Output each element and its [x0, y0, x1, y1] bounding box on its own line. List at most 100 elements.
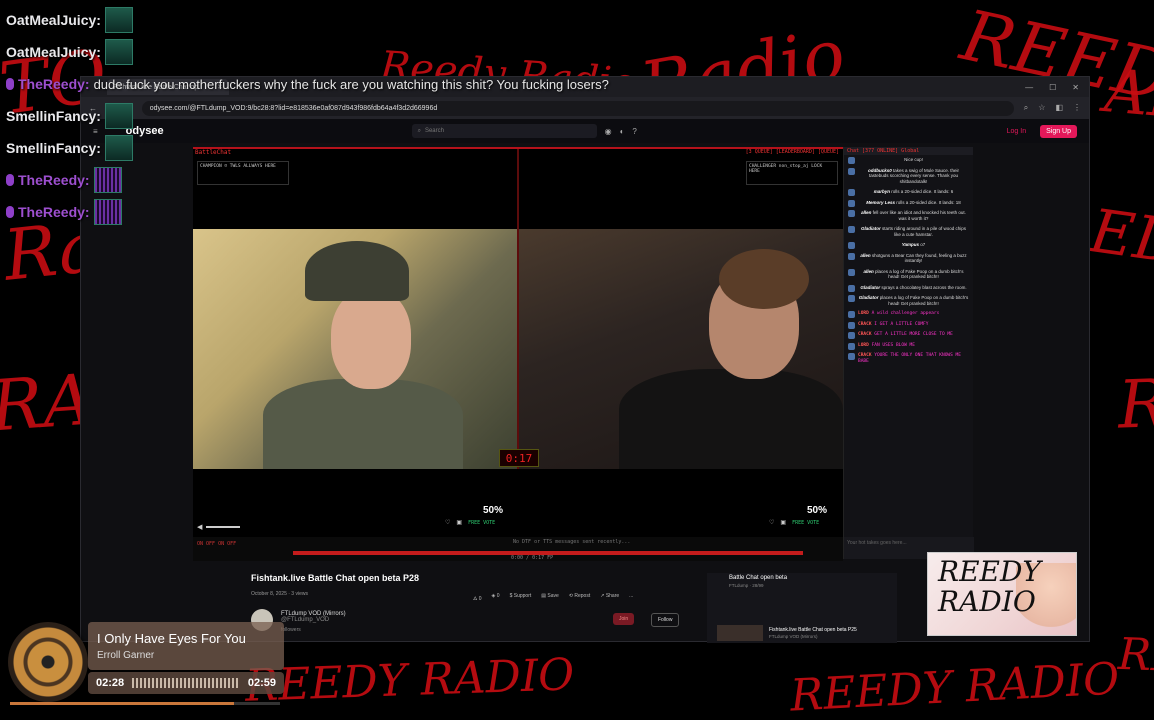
track-artist: Erroll Garner: [97, 650, 155, 661]
share-button[interactable]: ↗ Share: [600, 593, 619, 603]
free-vote-button[interactable]: FREE VOTE: [468, 520, 495, 526]
follow-button[interactable]: Follow: [651, 613, 680, 627]
chat-message: Yampus o7: [848, 242, 969, 249]
person-hair: [719, 249, 809, 309]
heart-icon[interactable]: ♡: [445, 519, 450, 526]
menu-icon[interactable]: ⋮: [1073, 103, 1081, 113]
overlay-username: TheReedy:: [18, 172, 90, 188]
queue-label: [3 QUEUE] [LEADERBOARD] [QUEUE]: [745, 149, 839, 155]
graffiti-text: RA: [1116, 363, 1154, 444]
reedy-radio-logo: REEDY RADIO: [927, 552, 1077, 636]
close-window-icon[interactable]: ✕: [1072, 83, 1079, 92]
lock-icon[interactable]: ▣: [780, 519, 786, 526]
track-info: I Only Have Eyes For You Erroll Garner: [88, 622, 284, 670]
person-body: [263, 379, 463, 469]
repost-button[interactable]: ⟲ Repost: [569, 593, 590, 603]
round-timer: 0:17: [499, 449, 539, 467]
overlay-username: SmellinFancy:: [6, 108, 101, 124]
chat-message: LORD A wild challenger appears: [848, 311, 969, 318]
chat-message: marbyn rolls a 20-sided dice. It lands: …: [848, 189, 969, 196]
more-options-button[interactable]: ...: [629, 593, 633, 603]
fire-reaction-button[interactable]: 🜂 0: [473, 593, 482, 603]
lock-icon[interactable]: ▣: [456, 519, 462, 526]
person-cap: [305, 241, 409, 301]
chat-message: allen shotguns a Bear Can they found, fe…: [848, 252, 969, 264]
volume-control[interactable]: ◀: [197, 523, 241, 531]
playlist-thumbnail[interactable]: [717, 625, 763, 641]
chat-message: CRACK YOURE THE ONLY ONE THAT KNOWS ME B…: [848, 353, 969, 364]
chat-message: Nice cup!: [848, 157, 969, 164]
status-ticker: ON OFF ON OFF No DTF or TTS messages sen…: [193, 537, 843, 561]
video-title: Fishtank.live Battle Chat open beta P28: [251, 573, 420, 583]
chat-message: Gladiator sprays a chocolatey blast acro…: [848, 284, 969, 291]
track-timeline: 02:28 02:59: [88, 672, 284, 694]
track-progress-fill: [10, 702, 235, 705]
graffiti-text: EDY: [1085, 196, 1154, 284]
volume-slider[interactable]: [206, 526, 241, 528]
window-controls: — ☐ ✕: [1025, 83, 1089, 92]
video-actions: 🜂 0 ◈ 0 $ Support ▤ Save ⟲ Repost ↗ Shar…: [473, 593, 633, 603]
chat-input-placeholder: Your hot takes goes here...: [847, 540, 907, 546]
overlay-message: dude fuck you motherfuckers why the fuck…: [93, 76, 609, 92]
track-progress-bar: [10, 702, 280, 705]
equalizer-icon: [93, 167, 122, 193]
ticker-message: No DTF or TTS messages sent recently...: [513, 539, 631, 545]
equalizer-icon: [93, 199, 122, 225]
playlist-sub: FTLdump · 28/99: [729, 583, 764, 588]
overlay-username: OatMealJuicy:: [6, 44, 101, 60]
stream-overlay-chat: OatMealJuicy: OatMealJuicy: TheReedy: du…: [6, 4, 609, 228]
overlay-username: TheReedy:: [18, 204, 90, 220]
person-face: [331, 289, 411, 389]
theme-icon[interactable]: ◐: [620, 127, 625, 136]
chat-message: allen fell over like an idiot and knocke…: [848, 210, 969, 221]
right-vote-percent: 50%: [807, 505, 828, 516]
right-camera-feed: [519, 229, 843, 469]
user-avatar: [104, 103, 133, 129]
signup-button[interactable]: Sign Up: [1040, 124, 1077, 138]
join-button[interactable]: Join: [613, 613, 635, 625]
free-vote-button[interactable]: FREE VOTE: [792, 520, 819, 526]
support-button[interactable]: $ Support: [510, 593, 532, 603]
graffiti-text: REEDY RADIO: [788, 653, 1121, 720]
playlist-item-title[interactable]: Fishtank.live Battle Chat open beta P25: [769, 627, 857, 633]
chat-message: Gladiator places a log of Fake Poop on a…: [848, 295, 969, 306]
ticker-time: 0:00 / 0:17 FP: [511, 555, 554, 561]
slime-reaction-button[interactable]: ◈ 0: [492, 593, 500, 603]
left-vote-percent: 50%: [483, 505, 504, 516]
login-link[interactable]: Log In: [1007, 128, 1026, 135]
overlay-chat-line: TheReedy:: [6, 164, 609, 196]
chat-list: Nice cup! oddbucks0 takes a swig of Mule…: [844, 155, 973, 371]
chat-message: Memory Less rolls a 20-sided dice. It la…: [848, 199, 969, 206]
save-button[interactable]: ▤ Save: [541, 593, 559, 603]
zoom-icon[interactable]: ⌕: [1024, 103, 1028, 113]
graffiti-text: RE: [1117, 628, 1154, 683]
minimize-icon[interactable]: —: [1025, 83, 1033, 92]
maximize-icon[interactable]: ☐: [1049, 83, 1056, 92]
chat-message: CRACK I GET A LITTLE COMFY: [848, 321, 969, 328]
chat-message: oddbucks0 takes a swig of Mule Sauce. th…: [848, 167, 969, 185]
overlay-chat-line: OatMealJuicy:: [6, 4, 609, 36]
chat-header: Chat [377 ONLINE] Global: [844, 147, 973, 155]
chat-panel: Chat [377 ONLINE] Global Nice cup! oddbu…: [843, 147, 974, 559]
chat-message: LORD FAN USES BLOW ME: [848, 342, 969, 349]
speaker-icon[interactable]: ◀: [197, 523, 202, 531]
chat-message: Gladiator starts riding around in a pile…: [848, 226, 969, 237]
logo-text: REEDY RADIO: [938, 555, 1041, 618]
overlay-chat-line: SmellinFancy:: [6, 132, 609, 164]
heart-icon[interactable]: ♡: [769, 519, 774, 526]
mic-icon: [6, 206, 14, 218]
challenger-box: CHALLENGER non_stop_aj LOCK HERE: [746, 161, 838, 185]
bookmark-star-icon[interactable]: ☆: [1038, 103, 1045, 113]
extensions-icon[interactable]: ◧: [1055, 103, 1063, 113]
channel-name[interactable]: FTLdump VOD (Mirrors) @FTLdump_VOD: [281, 611, 346, 623]
waveform: [132, 678, 240, 688]
user-avatar: [104, 39, 133, 65]
mic-icon: [6, 78, 14, 90]
address-icons: ⌕ ☆ ◧ ⋮: [1024, 103, 1081, 113]
help-icon[interactable]: ?: [632, 127, 636, 136]
left-vote-controls: ♡ ▣ FREE VOTE: [445, 519, 495, 527]
user-avatar: [104, 135, 133, 161]
chat-message: CRACK GET A LITTLE MORE CLOSE TO ME: [848, 332, 969, 339]
playlist-title[interactable]: Battle Chat open beta: [729, 575, 787, 581]
left-camera-feed: [193, 229, 517, 469]
